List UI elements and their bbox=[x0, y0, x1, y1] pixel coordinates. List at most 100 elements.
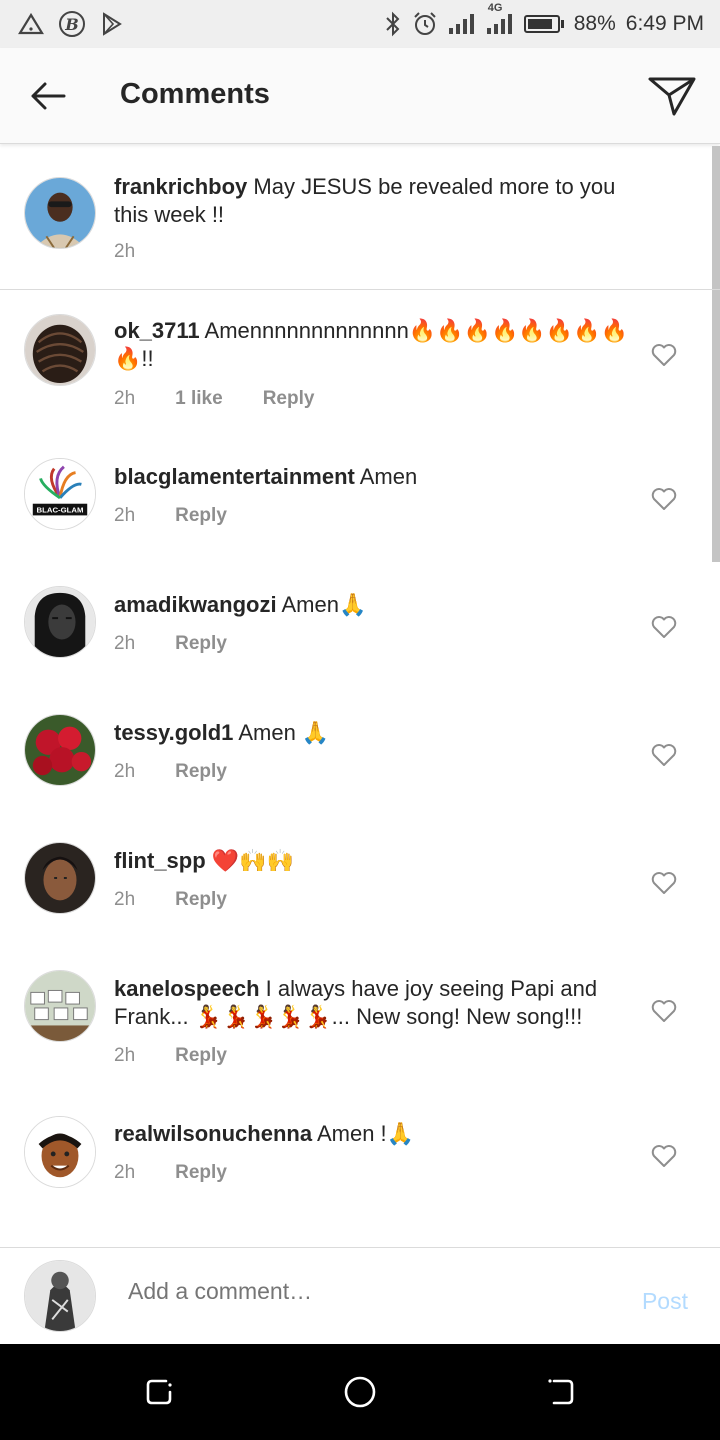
username[interactable]: ok_3711 bbox=[114, 318, 200, 343]
reply-button[interactable]: Reply bbox=[175, 1162, 227, 1184]
comments-header: Comments bbox=[0, 48, 720, 144]
status-right: 4G 88% 6:49 PM bbox=[384, 2, 704, 37]
avatar[interactable] bbox=[24, 1116, 96, 1188]
comment-text: tessy.gold1 Amen 🙏 bbox=[114, 719, 644, 747]
caption-meta: 2h bbox=[114, 241, 135, 263]
timestamp: 2h bbox=[114, 761, 136, 782]
svg-text:B: B bbox=[64, 15, 79, 34]
username[interactable]: amadikwangozi bbox=[114, 592, 277, 617]
comment-body: Amen 🙏 bbox=[238, 720, 330, 745]
status-bar: B 4G 88% 6:49 PM bbox=[0, 0, 720, 48]
comment-item: BLAC-GLAM blacglamentertainment Amen 2h … bbox=[0, 430, 720, 558]
arrow-left-icon bbox=[31, 82, 66, 110]
comment-meta: 2h Reply bbox=[114, 1162, 227, 1184]
timestamp: 2h bbox=[114, 1162, 136, 1183]
avatar[interactable] bbox=[24, 314, 96, 386]
like-button[interactable] bbox=[650, 614, 678, 640]
battery-fill bbox=[527, 19, 553, 29]
battery-icon bbox=[523, 15, 564, 33]
comment-body: Amen🙏 bbox=[281, 592, 367, 617]
post-button[interactable]: Post bbox=[642, 1288, 688, 1315]
comment-body: Amen bbox=[359, 464, 418, 489]
like-button[interactable] bbox=[650, 486, 678, 512]
comment-body: ❤️🙌🙌 bbox=[211, 848, 294, 873]
username[interactable]: kanelospeech bbox=[114, 976, 260, 1001]
signal-4g-icon: 4G bbox=[486, 2, 514, 36]
heart-icon bbox=[651, 616, 677, 638]
username[interactable]: realwilsonuchenna bbox=[114, 1121, 312, 1146]
comment-meta: 2h Reply bbox=[114, 761, 227, 783]
heart-icon bbox=[651, 872, 677, 894]
avatar[interactable] bbox=[24, 842, 96, 914]
back-button[interactable] bbox=[28, 78, 68, 114]
avatar[interactable] bbox=[24, 177, 96, 249]
comment-body: Amen !🙏 bbox=[316, 1121, 415, 1146]
avatar[interactable] bbox=[24, 586, 96, 658]
share-button[interactable] bbox=[648, 74, 696, 118]
network-label: 4G bbox=[487, 2, 503, 14]
paper-plane-icon bbox=[648, 77, 696, 116]
timestamp: 2h bbox=[114, 633, 136, 654]
recents-icon bbox=[146, 1379, 172, 1405]
post-caption: frankrichboy May JESUS be revealed more … bbox=[0, 145, 720, 290]
comment-item: kanelospeech I always have joy seeing Pa… bbox=[0, 942, 720, 1098]
like-button[interactable] bbox=[650, 1143, 678, 1169]
system-nav-bar bbox=[0, 1344, 720, 1440]
back-nav-icon bbox=[548, 1379, 574, 1405]
timestamp: 2h bbox=[114, 505, 136, 526]
like-button[interactable] bbox=[650, 742, 678, 768]
status-left: B bbox=[18, 10, 124, 38]
timestamp: 2h bbox=[114, 889, 136, 910]
comment-item: ok_3711 Amennnnnnnnnnnnn🔥🔥🔥🔥🔥🔥🔥🔥🔥!! 2h 1… bbox=[0, 290, 720, 430]
reply-button[interactable]: Reply bbox=[175, 633, 227, 655]
reply-button[interactable]: Reply bbox=[175, 1045, 227, 1067]
home-button[interactable] bbox=[342, 1374, 378, 1410]
comment-text: kanelospeech I always have joy seeing Pa… bbox=[114, 975, 644, 1031]
home-icon bbox=[344, 1376, 376, 1408]
comment-item: realwilsonuchenna Amen !🙏 2h Reply bbox=[0, 1098, 720, 1238]
comment-meta: 2h Reply bbox=[114, 1045, 227, 1067]
comment-text: ok_3711 Amennnnnnnnnnnnn🔥🔥🔥🔥🔥🔥🔥🔥🔥!! bbox=[114, 317, 644, 373]
like-button[interactable] bbox=[650, 342, 678, 368]
username[interactable]: frankrichboy bbox=[114, 174, 247, 199]
comment-text: blacglamentertainment Amen bbox=[114, 463, 644, 491]
comment-meta: 2h Reply bbox=[114, 889, 227, 911]
heart-icon bbox=[651, 344, 677, 366]
comment-text: amadikwangozi Amen🙏 bbox=[114, 591, 644, 619]
comment-item: amadikwangozi Amen🙏 2h Reply bbox=[0, 558, 720, 686]
avatar[interactable] bbox=[24, 714, 96, 786]
timestamp: 2h bbox=[114, 241, 136, 262]
battery-percent: 88% bbox=[573, 12, 616, 35]
username[interactable]: blacglamentertainment bbox=[114, 464, 355, 489]
like-button[interactable] bbox=[650, 870, 678, 896]
heart-icon bbox=[651, 744, 677, 766]
comment-meta: 2h 1 like Reply bbox=[114, 388, 314, 410]
comment-item: tessy.gold1 Amen 🙏 2h Reply bbox=[0, 686, 720, 814]
signal-icon bbox=[448, 12, 476, 36]
heart-icon bbox=[651, 1000, 677, 1022]
comment-input[interactable] bbox=[128, 1278, 608, 1305]
username[interactable]: tessy.gold1 bbox=[114, 720, 233, 745]
reply-button[interactable]: Reply bbox=[175, 505, 227, 527]
comment-meta: 2h Reply bbox=[114, 633, 227, 655]
play-store-icon bbox=[100, 12, 124, 36]
bluetooth-icon bbox=[384, 11, 402, 37]
heart-icon bbox=[651, 488, 677, 510]
like-count[interactable]: 1 like bbox=[175, 388, 223, 410]
reply-button[interactable]: Reply bbox=[175, 761, 227, 783]
clock: 6:49 PM bbox=[625, 12, 704, 35]
like-button[interactable] bbox=[650, 998, 678, 1024]
avatar[interactable]: BLAC-GLAM bbox=[24, 458, 96, 530]
comment-text: realwilsonuchenna Amen !🙏 bbox=[114, 1120, 644, 1148]
recents-button[interactable] bbox=[142, 1374, 178, 1410]
reply-button[interactable]: Reply bbox=[263, 388, 315, 410]
alarm-icon bbox=[412, 11, 438, 37]
avatar[interactable] bbox=[24, 970, 96, 1042]
timestamp: 2h bbox=[114, 1045, 136, 1066]
heart-icon bbox=[651, 1145, 677, 1167]
back-nav-button[interactable] bbox=[542, 1374, 578, 1410]
comment-item: flint_spp ❤️🙌🙌 2h Reply bbox=[0, 814, 720, 942]
comment-text: flint_spp ❤️🙌🙌 bbox=[114, 847, 644, 875]
username[interactable]: flint_spp bbox=[114, 848, 206, 873]
reply-button[interactable]: Reply bbox=[175, 889, 227, 911]
